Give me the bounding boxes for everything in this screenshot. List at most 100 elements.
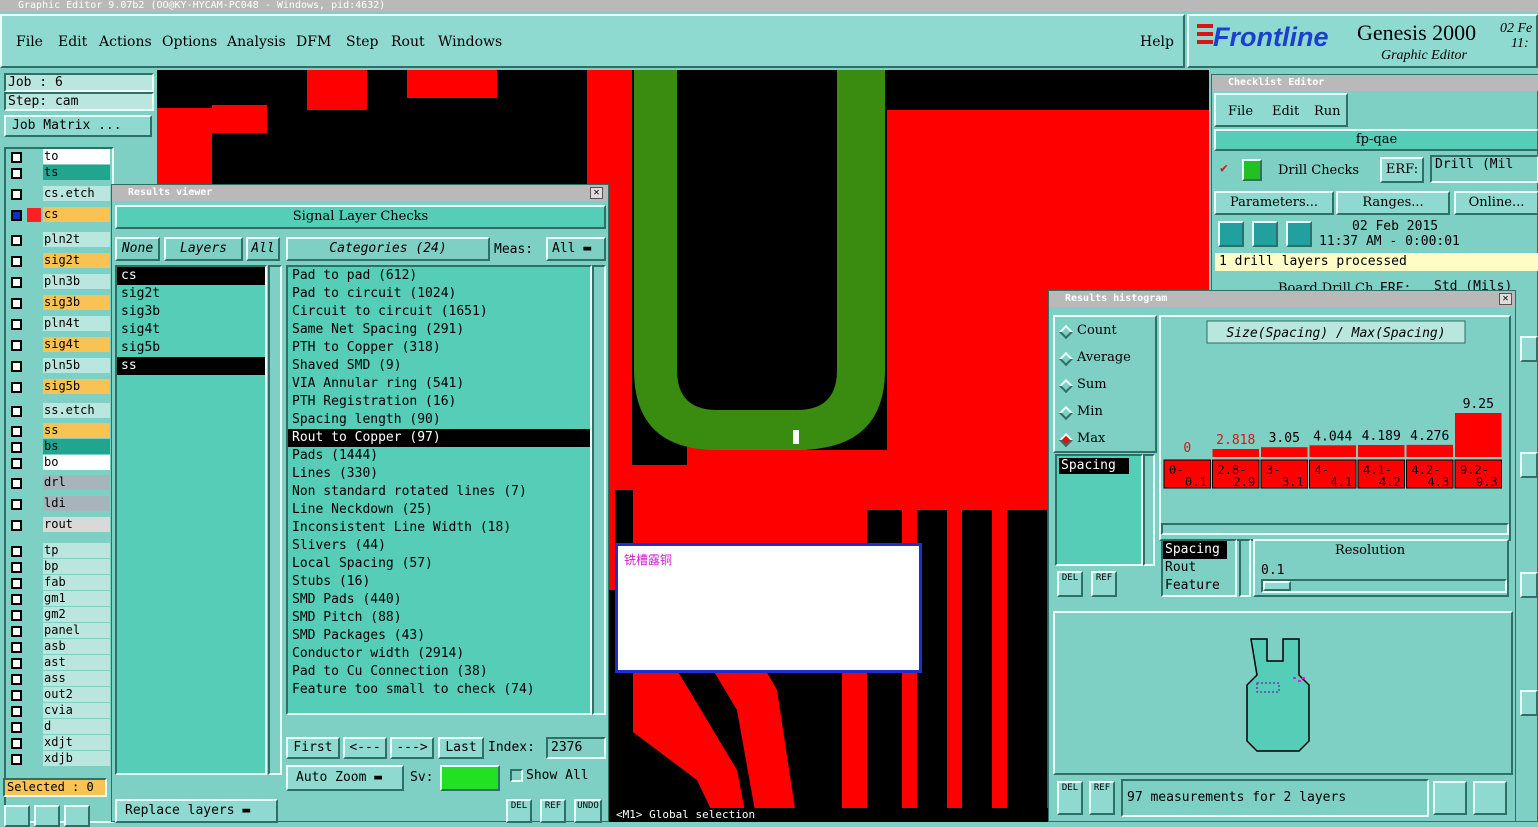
layer-row-sig3b[interactable]: sig3b: [8, 295, 110, 311]
layer-name[interactable]: gm2: [43, 607, 110, 622]
menu-options[interactable]: Options: [162, 34, 217, 50]
layer-color-swatch[interactable]: [27, 317, 41, 331]
category-item[interactable]: Pads (1444): [288, 447, 590, 465]
resolution-slider[interactable]: [1261, 579, 1507, 593]
measure-list-item[interactable]: Spacing: [1059, 458, 1129, 474]
layer-name[interactable]: sig5b: [43, 379, 110, 394]
layer-name[interactable]: to: [43, 149, 110, 164]
layer-checkbox[interactable]: [11, 426, 22, 437]
layer-row-to[interactable]: to: [8, 149, 110, 165]
layer-row-pln4t[interactable]: pln4t: [8, 316, 110, 332]
layer-checkbox[interactable]: [11, 754, 22, 765]
bin-list-scrollbar[interactable]: [1239, 539, 1251, 597]
layer-row-gm2[interactable]: gm2: [8, 607, 110, 623]
results-viewer-close-icon[interactable]: ✕: [590, 187, 603, 199]
layer-row-pln5b[interactable]: pln5b: [8, 358, 110, 374]
category-item[interactable]: Circuit to circuit (1651): [288, 303, 590, 321]
category-item[interactable]: Slivers (44): [288, 537, 590, 555]
category-item[interactable]: Non standard rotated lines (7): [288, 483, 590, 501]
radio-count[interactable]: [1058, 324, 1074, 340]
result-layer-item[interactable]: sig5b: [117, 339, 265, 357]
layer-color-swatch[interactable]: [27, 296, 41, 310]
layer-color-swatch[interactable]: [27, 497, 41, 511]
prev-button[interactable]: <---: [343, 737, 387, 759]
measure-list-scrollbar[interactable]: [1143, 454, 1155, 566]
check-enabled-icon[interactable]: ✔: [1220, 161, 1232, 176]
layer-color-swatch[interactable]: [27, 640, 41, 654]
layer-checkbox[interactable]: [11, 458, 22, 469]
del-button[interactable]: DEL: [506, 799, 532, 823]
layer-color-swatch[interactable]: [27, 736, 41, 750]
category-item[interactable]: Rout to Copper (97): [288, 429, 590, 447]
menu-windows[interactable]: Windows: [438, 34, 502, 50]
layer-name[interactable]: tp: [43, 543, 110, 558]
layer-color-swatch[interactable]: [27, 338, 41, 352]
layer-row-gm1[interactable]: gm1: [8, 591, 110, 607]
category-item[interactable]: Stubs (16): [288, 573, 590, 591]
histogram-del-button[interactable]: DEL: [1057, 571, 1083, 597]
undo-button[interactable]: UNDO: [574, 799, 602, 823]
auto-zoom-dropdown[interactable]: Auto Zoom ▬: [286, 765, 404, 791]
layer-checkbox[interactable]: [11, 499, 22, 510]
bin-list-item[interactable]: Rout: [1163, 559, 1235, 577]
histogram-bar[interactable]: [1455, 413, 1502, 457]
run-all-icon[interactable]: [1252, 221, 1278, 247]
layer-color-swatch[interactable]: [27, 592, 41, 606]
radio-average[interactable]: [1058, 351, 1074, 367]
layer-name[interactable]: drl: [43, 475, 110, 490]
layer-checkbox[interactable]: [11, 520, 22, 531]
category-item[interactable]: Feature too small to check (74): [288, 681, 590, 699]
layer-name[interactable]: sig2t: [43, 253, 110, 268]
layer-color-swatch[interactable]: [27, 208, 41, 222]
layer-row-ss[interactable]: ss: [8, 423, 110, 439]
histogram-scrollbar[interactable]: [1161, 523, 1509, 535]
tool-pointer-icon[interactable]: [4, 805, 30, 827]
layer-checkbox[interactable]: [11, 319, 22, 330]
category-item[interactable]: Same Net Spacing (291): [288, 321, 590, 339]
layer-row-rout[interactable]: rout: [8, 517, 110, 533]
meas-dropdown[interactable]: All ▬: [546, 237, 606, 261]
layer-checkbox[interactable]: [11, 168, 22, 179]
layer-row-bs[interactable]: bs: [8, 439, 110, 455]
layer-checkbox[interactable]: [11, 642, 22, 653]
layer-name[interactable]: xdjb: [43, 751, 110, 766]
layer-color-swatch[interactable]: [27, 404, 41, 418]
layer-row-out2[interactable]: out2: [8, 687, 110, 703]
category-item[interactable]: Conductor width (2914): [288, 645, 590, 663]
side-add-icon-3[interactable]: [1520, 572, 1538, 598]
layer-checkbox[interactable]: [11, 478, 22, 489]
layer-row-xdjt[interactable]: xdjt: [8, 735, 110, 751]
layer-name[interactable]: panel: [43, 623, 110, 638]
job-matrix-button[interactable]: Job Matrix ...: [4, 115, 152, 137]
category-item[interactable]: Pad to Cu Connection (38): [288, 663, 590, 681]
erf-value[interactable]: Drill (Mil: [1430, 155, 1538, 183]
menu-analysis[interactable]: Analysis: [227, 34, 286, 50]
layer-row-ldi[interactable]: ldi: [8, 496, 110, 512]
category-item[interactable]: Line Neckdown (25): [288, 501, 590, 519]
layer-color-swatch[interactable]: [27, 704, 41, 718]
category-item[interactable]: SMD Pitch (88): [288, 609, 590, 627]
category-item[interactable]: SMD Pads (440): [288, 591, 590, 609]
layer-checkbox[interactable]: [11, 610, 22, 621]
layer-row-d[interactable]: d: [8, 719, 110, 735]
radio-sum[interactable]: [1058, 378, 1074, 394]
layer-color-swatch[interactable]: [27, 275, 41, 289]
preview-del-button[interactable]: DEL: [1057, 781, 1083, 815]
result-layer-item[interactable]: sig4t: [117, 321, 265, 339]
checklist-menu-run[interactable]: Run: [1314, 104, 1341, 119]
layer-checkbox[interactable]: [11, 738, 22, 749]
layer-name[interactable]: asb: [43, 639, 110, 654]
layer-color-swatch[interactable]: [27, 359, 41, 373]
layer-checkbox[interactable]: [11, 152, 22, 163]
category-item[interactable]: Lines (330): [288, 465, 590, 483]
layer-name[interactable]: sig3b: [43, 295, 110, 310]
preview-ref-button[interactable]: REF: [1089, 781, 1115, 815]
layer-row-drl[interactable]: drl: [8, 475, 110, 491]
layer-result-list[interactable]: cs sig2t sig3b sig4t sig5b ss: [115, 265, 267, 775]
bin-list-item[interactable]: Spacing: [1163, 541, 1227, 559]
layer-color-swatch[interactable]: [27, 576, 41, 590]
category-item[interactable]: Local Spacing (57): [288, 555, 590, 573]
zoom-feature-icon[interactable]: [1473, 781, 1507, 815]
layer-name[interactable]: out2: [43, 687, 110, 702]
layer-checkbox[interactable]: [11, 706, 22, 717]
